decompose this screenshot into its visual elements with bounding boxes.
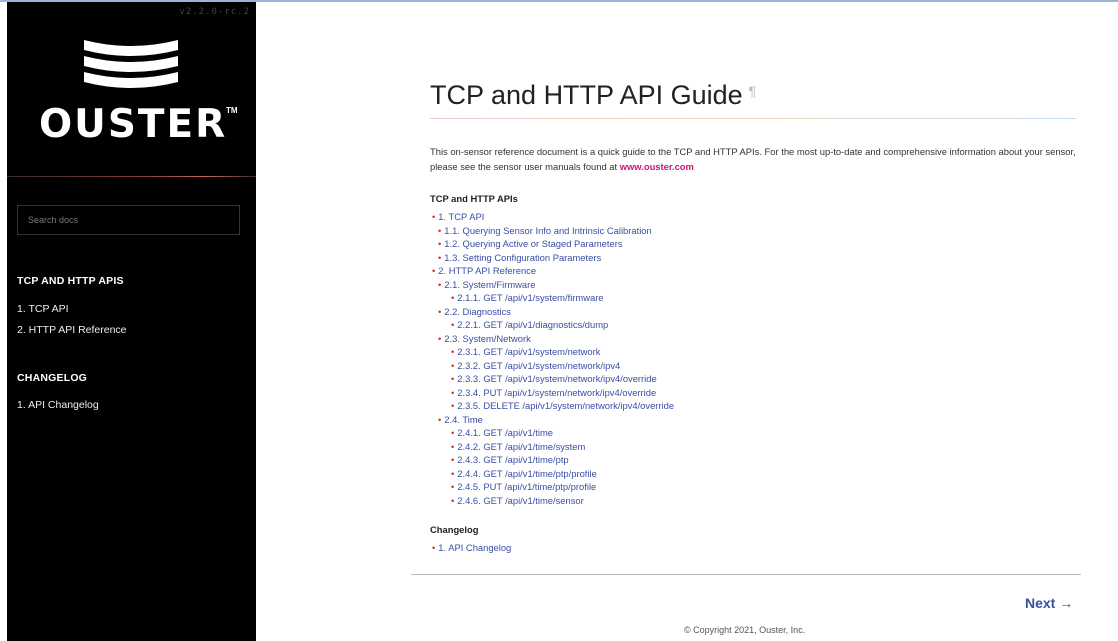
pilcrow-icon[interactable]: ¶ (749, 83, 757, 99)
intro-paragraph: This on-sensor reference document is a q… (430, 144, 1080, 174)
ouster-logo-link[interactable]: OUSTER TM (7, 36, 256, 147)
sidebar-item-api-changelog[interactable]: 1. API Changelog (17, 399, 99, 411)
toc-item: 1. TCP API (432, 210, 674, 224)
toc-link[interactable]: 2.2.1. GET /api/v1/diagnostics/dump (457, 319, 608, 330)
toc-link[interactable]: 2. HTTP API Reference (438, 265, 536, 276)
toc-link[interactable]: 2.4.1. GET /api/v1/time (457, 427, 553, 438)
list-item: 1. API Changelog (432, 542, 511, 553)
toc-link[interactable]: 2.3. System/Network (444, 333, 531, 344)
toc-link[interactable]: 2.1. System/Firmware (444, 279, 535, 290)
toc-item: 2.3.2. GET /api/v1/system/network/ipv4 (432, 359, 674, 373)
toc-item: 2.3. System/Network (432, 332, 674, 346)
changelog-list: 1. API Changelog (432, 542, 511, 553)
toc-link[interactable]: 2.4.6. GET /api/v1/time/sensor (457, 495, 583, 506)
version-label: v2.2.0-rc.2 (179, 7, 250, 17)
toc-item: 2.3.5. DELETE /api/v1/system/network/ipv… (432, 399, 674, 413)
sidebar-item-http-api-reference[interactable]: 2. HTTP API Reference (17, 324, 127, 336)
title-divider (430, 118, 1076, 119)
toc-link[interactable]: 1. TCP API (438, 211, 484, 222)
logo-wordmark: OUSTER (39, 102, 228, 147)
toc-link[interactable]: 2.3.3. GET /api/v1/system/network/ipv4/o… (457, 373, 656, 384)
toc-link[interactable]: 2.4.4. GET /api/v1/time/ptp/profile (457, 468, 596, 479)
toc-item: 2.4. Time (432, 413, 674, 427)
toc-link[interactable]: 2.3.1. GET /api/v1/system/network (457, 346, 600, 357)
sidebar-item-tcp-api[interactable]: 1. TCP API (17, 303, 69, 315)
toc-item: 2.3.4. PUT /api/v1/system/network/ipv4/o… (432, 386, 674, 400)
next-button[interactable]: Next → (1025, 595, 1073, 611)
toc-link[interactable]: 2.3.2. GET /api/v1/system/network/ipv4 (457, 360, 620, 371)
changelog-heading: Changelog (430, 524, 479, 535)
toc-list: 1. TCP API 1.1. Querying Sensor Info and … (432, 210, 674, 507)
toc-item: 2.1. System/Firmware (432, 278, 674, 292)
sidebar-caption-changelog: CHANGELOG (17, 372, 88, 384)
toc-item: 2.4.4. GET /api/v1/time/ptp/profile (432, 467, 674, 481)
toc-item: 2. HTTP API Reference (432, 264, 674, 278)
toc-item: 2.4.3. GET /api/v1/time/ptp (432, 453, 674, 467)
main-content: TCP and HTTP API Guide ¶ This on-sensor r… (256, 2, 1118, 641)
sidebar-divider (7, 176, 256, 177)
changelog-link-api-changelog[interactable]: 1. API Changelog (438, 542, 511, 553)
ouster-logo-icon (84, 40, 178, 88)
toc-link[interactable]: 2.2. Diagnostics (444, 306, 511, 317)
page-title: TCP and HTTP API Guide ¶ (430, 80, 756, 111)
toc-link[interactable]: 2.4.5. PUT /api/v1/time/ptp/profile (457, 481, 596, 492)
toc-link[interactable]: 1.1. Querying Sensor Info and Intrinsic … (444, 225, 651, 236)
toc-item: 2.4.1. GET /api/v1/time (432, 426, 674, 440)
sidebar: v2.2.0-rc.2 OUSTER TM TCP AND HTTP APIS … (7, 2, 256, 641)
toc-item: 1.1. Querying Sensor Info and Intrinsic … (432, 224, 674, 238)
toc-item: 2.4.5. PUT /api/v1/time/ptp/profile (432, 480, 674, 494)
toc-link[interactable]: 1.2. Querying Active or Staged Parameter… (444, 238, 622, 249)
page-title-text: TCP and HTTP API Guide (430, 80, 743, 110)
footer-divider (411, 574, 1081, 575)
toc-link[interactable]: 2.1.1. GET /api/v1/system/firmware (457, 292, 603, 303)
ouster-website-link[interactable]: www.ouster.com (620, 161, 694, 172)
toc-link[interactable]: 1.3. Setting Configuration Parameters (444, 252, 601, 263)
toc-link[interactable]: 2.4. Time (444, 414, 483, 425)
toc-item: 2.2.1. GET /api/v1/diagnostics/dump (432, 318, 674, 332)
toc-item: 2.1.1. GET /api/v1/system/firmware (432, 291, 674, 305)
toc-item: 2.3.3. GET /api/v1/system/network/ipv4/o… (432, 372, 674, 386)
toc-link[interactable]: 2.4.3. GET /api/v1/time/ptp (457, 454, 568, 465)
intro-text: This on-sensor reference document is a q… (430, 146, 1076, 172)
toc-link[interactable]: 2.3.4. PUT /api/v1/system/network/ipv4/o… (457, 387, 656, 398)
toc-item: 1.2. Querying Active or Staged Parameter… (432, 237, 674, 251)
search-input[interactable] (17, 205, 240, 235)
toc-link[interactable]: 2.3.5. DELETE /api/v1/system/network/ipv… (457, 400, 674, 411)
toc-item: 2.2. Diagnostics (432, 305, 674, 319)
toc-heading: TCP and HTTP APIs (430, 193, 518, 204)
toc-item: 2.4.6. GET /api/v1/time/sensor (432, 494, 674, 508)
toc-item: 1.3. Setting Configuration Parameters (432, 251, 674, 265)
sidebar-caption-tcp-http: TCP AND HTTP APIS (17, 275, 124, 287)
toc-item: 2.3.1. GET /api/v1/system/network (432, 345, 674, 359)
logo-trademark: TM (226, 106, 238, 115)
copyright-text: © Copyright 2021, Ouster, Inc. (684, 625, 806, 635)
toc-item: 2.4.2. GET /api/v1/time/system (432, 440, 674, 454)
toc-link[interactable]: 2.4.2. GET /api/v1/time/system (457, 441, 585, 452)
